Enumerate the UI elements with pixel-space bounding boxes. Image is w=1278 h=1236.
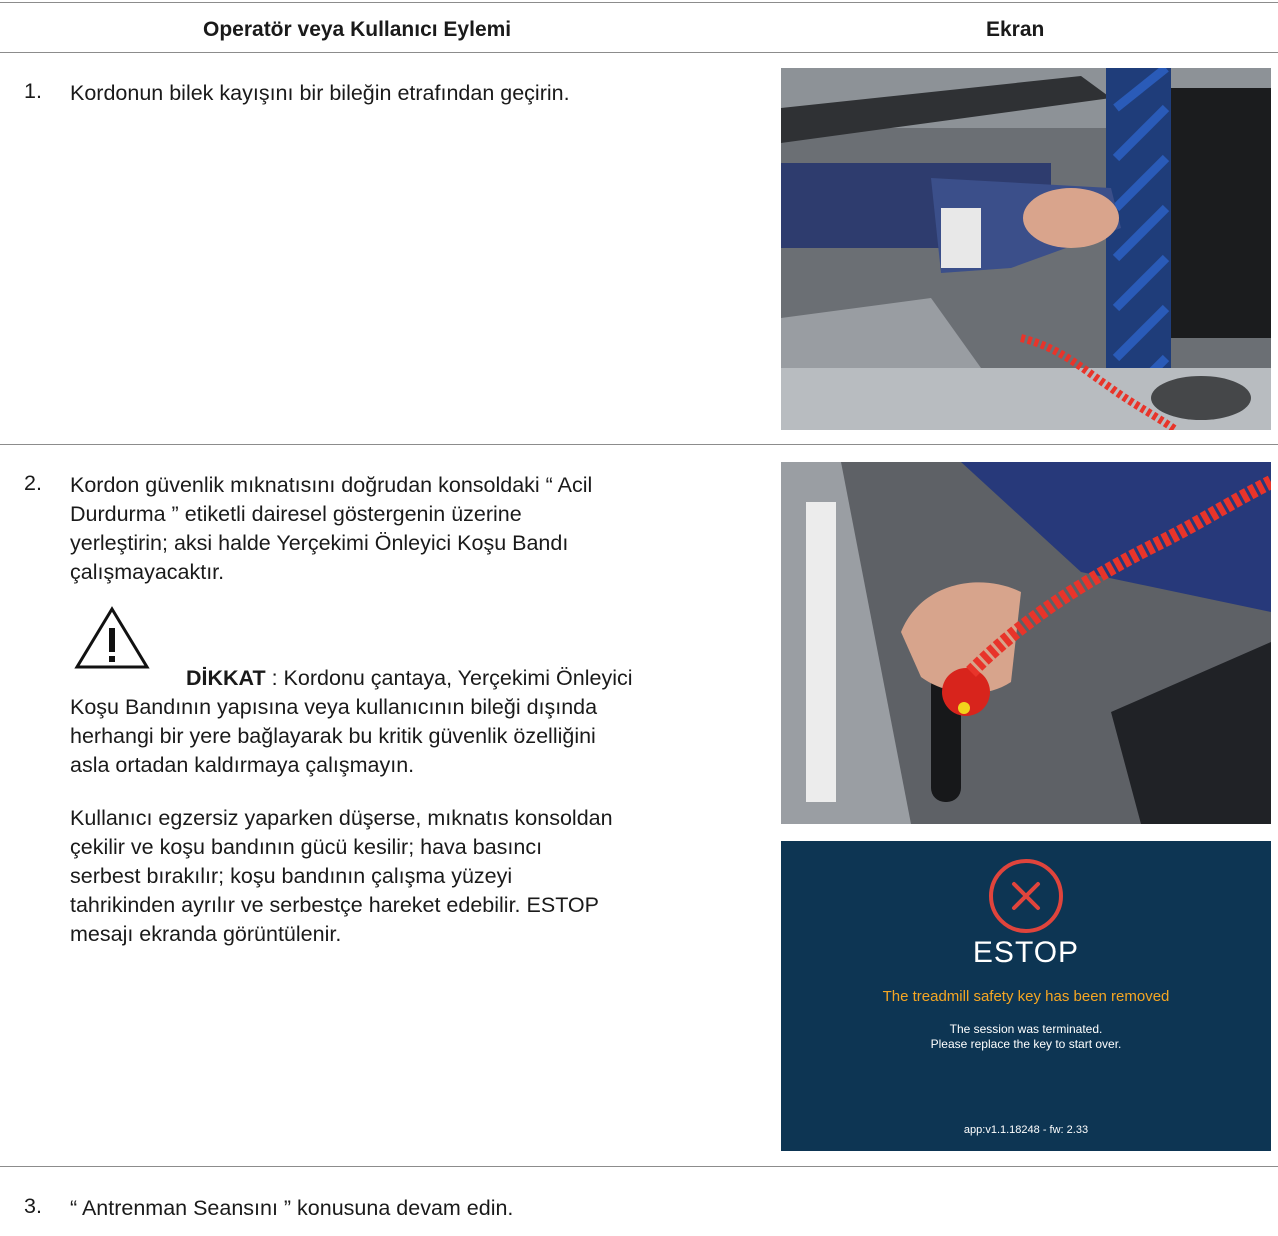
header-rule bbox=[0, 52, 1278, 53]
step-2-text: Kordon güvenlik mıknatısını doğrudan kon… bbox=[70, 473, 593, 584]
step-1-number: 1. bbox=[24, 79, 42, 103]
caution-label: DİKKAT bbox=[186, 666, 266, 690]
wrist-strap-photo bbox=[781, 68, 1271, 430]
step-3-number: 3. bbox=[24, 1194, 42, 1218]
estop-screen: ESTOP The treadmill safety key has been … bbox=[781, 841, 1271, 1151]
estop-line-2: Please replace the key to start over. bbox=[930, 1037, 1122, 1051]
step-2-number: 2. bbox=[24, 471, 42, 495]
caution-text: DİKKAT : Kordonu çantaya, Yerçekimi Önle… bbox=[70, 666, 633, 777]
column-header-screen: Ekran bbox=[986, 18, 1045, 41]
row-2-rule bbox=[0, 1166, 1278, 1167]
column-header-action: Operatör veya Kullanıcı Eylemi bbox=[203, 18, 512, 41]
estop-title: ESTOP bbox=[972, 936, 1080, 969]
estop-warning: The treadmill safety key has been remove… bbox=[882, 988, 1170, 1005]
step-3-text: “ Antrenman Seansını ” konusuna devam ed… bbox=[70, 1196, 514, 1220]
error-x-circle-icon bbox=[989, 859, 1063, 933]
warning-triangle-icon bbox=[74, 606, 150, 669]
top-rule bbox=[0, 2, 1278, 3]
estop-line-1: The session was terminated. bbox=[949, 1022, 1103, 1036]
row-1-rule bbox=[0, 444, 1278, 445]
fall-note-text: Kullanıcı egzersiz yaparken düşerse, mık… bbox=[70, 806, 613, 946]
safety-magnet-photo bbox=[781, 462, 1271, 824]
step-1-text: Kordonun bilek kayışını bir bileğin etra… bbox=[70, 81, 570, 105]
estop-version: app:v1.1.18248 - fw: 2.33 bbox=[963, 1124, 1089, 1136]
